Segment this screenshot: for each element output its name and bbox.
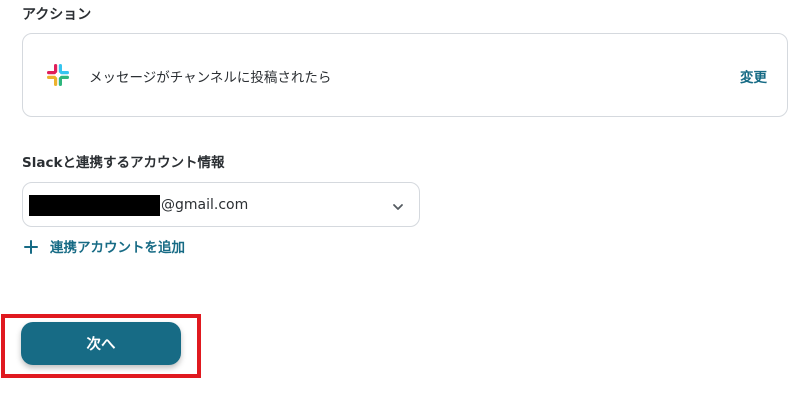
plus-icon: [24, 239, 38, 254]
add-account-label: 連携アカウントを追加: [50, 240, 185, 256]
account-select[interactable]: @gmail.com: [22, 182, 420, 227]
action-card: メッセージがチャンネルに投稿されたら 変更: [22, 33, 788, 117]
redacted-email-block: [29, 195, 160, 216]
chevron-down-icon[interactable]: [391, 199, 405, 213]
next-button[interactable]: 次へ: [21, 322, 181, 365]
slack-logo-icon: [43, 60, 73, 90]
action-title: メッセージがチャンネルに投稿されたら: [89, 70, 332, 86]
account-email-suffix: @gmail.com: [161, 197, 249, 213]
page: アクション メッセージがチャンネルに投稿されたら 変更 Slackと連携するアカ…: [0, 0, 807, 405]
change-link[interactable]: 変更: [740, 66, 767, 86]
section-title: アクション: [22, 7, 92, 23]
add-account-button[interactable]: 連携アカウントを追加: [24, 236, 185, 256]
account-label: Slackと連携するアカウント情報: [22, 155, 225, 171]
